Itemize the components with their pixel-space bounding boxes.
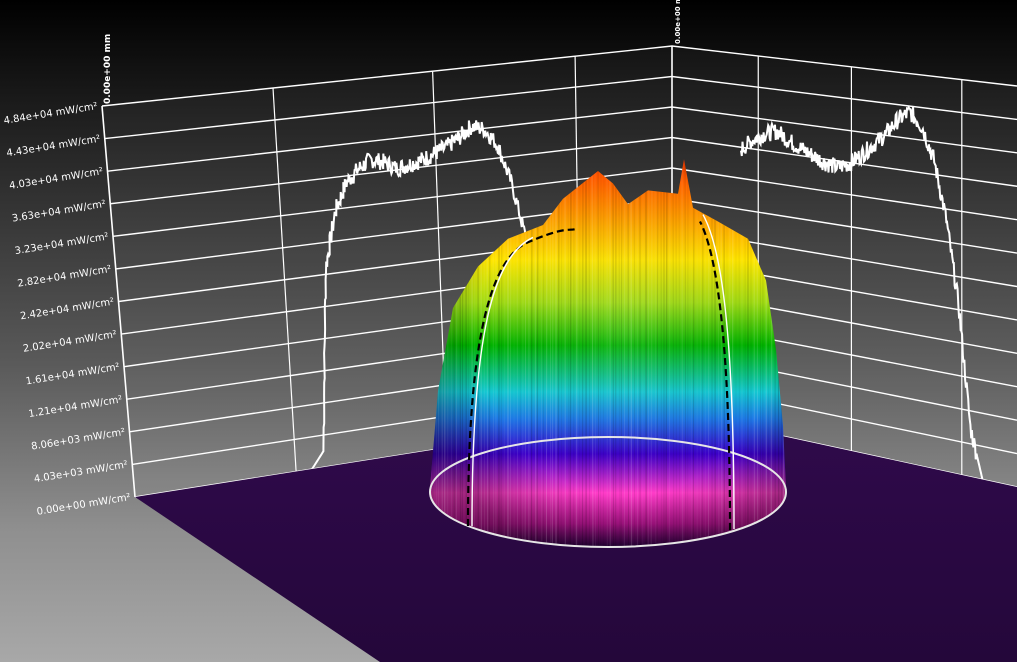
texture-streak <box>672 159 675 547</box>
texture-streak <box>692 159 695 547</box>
z-tick-label: 2.42e+04 mW/cm² <box>19 297 115 323</box>
z-tick-label: 1.61e+04 mW/cm² <box>25 362 121 388</box>
z-tick-label: 0.00e+00 mW/cm² <box>36 492 132 518</box>
z-tick-label: 4.84e+04 mW/cm² <box>3 101 99 127</box>
texture-streak <box>665 159 668 547</box>
texture-streak <box>650 159 653 547</box>
z-tick-label: 4.03e+04 mW/cm² <box>8 166 104 192</box>
texture-streak <box>668 159 671 547</box>
texture-streak <box>557 159 560 547</box>
z-tick-label: 3.23e+04 mW/cm² <box>14 231 110 257</box>
z-tick-label: 8.06e+03 mW/cm² <box>30 427 126 453</box>
z-tick-label: 4.03e+03 mW/cm² <box>33 460 129 486</box>
texture-streak <box>569 159 572 547</box>
right-axis-label: 0.00e+00 mm <box>674 0 682 44</box>
beam-profile-3d-view[interactable]: 0.00e+00 mW/cm² 4.03e+03 mW/cm² 8.06e+03 m… <box>0 0 1017 662</box>
z-tick-label: 1.21e+04 mW/cm² <box>28 394 124 420</box>
texture-streak <box>660 159 663 547</box>
left-axis-label: 0.00e+00 mm <box>103 34 113 104</box>
z-tick-label: 4.43e+04 mW/cm² <box>6 134 102 160</box>
texture-streak <box>552 159 554 547</box>
texture-streak <box>575 159 578 547</box>
surface-chart[interactable]: 0.00e+00 mW/cm² 4.03e+03 mW/cm² 8.06e+03 m… <box>0 0 1017 662</box>
texture-streak <box>675 159 678 547</box>
z-tick-label: 3.63e+04 mW/cm² <box>11 199 107 225</box>
z-tick-label: 2.82e+04 mW/cm² <box>17 264 113 290</box>
texture-streak <box>681 159 684 547</box>
texture-streak <box>701 159 704 547</box>
texture-streak <box>627 159 629 547</box>
z-tick-label: 2.02e+04 mW/cm² <box>22 329 118 355</box>
texture-streak <box>618 159 621 547</box>
